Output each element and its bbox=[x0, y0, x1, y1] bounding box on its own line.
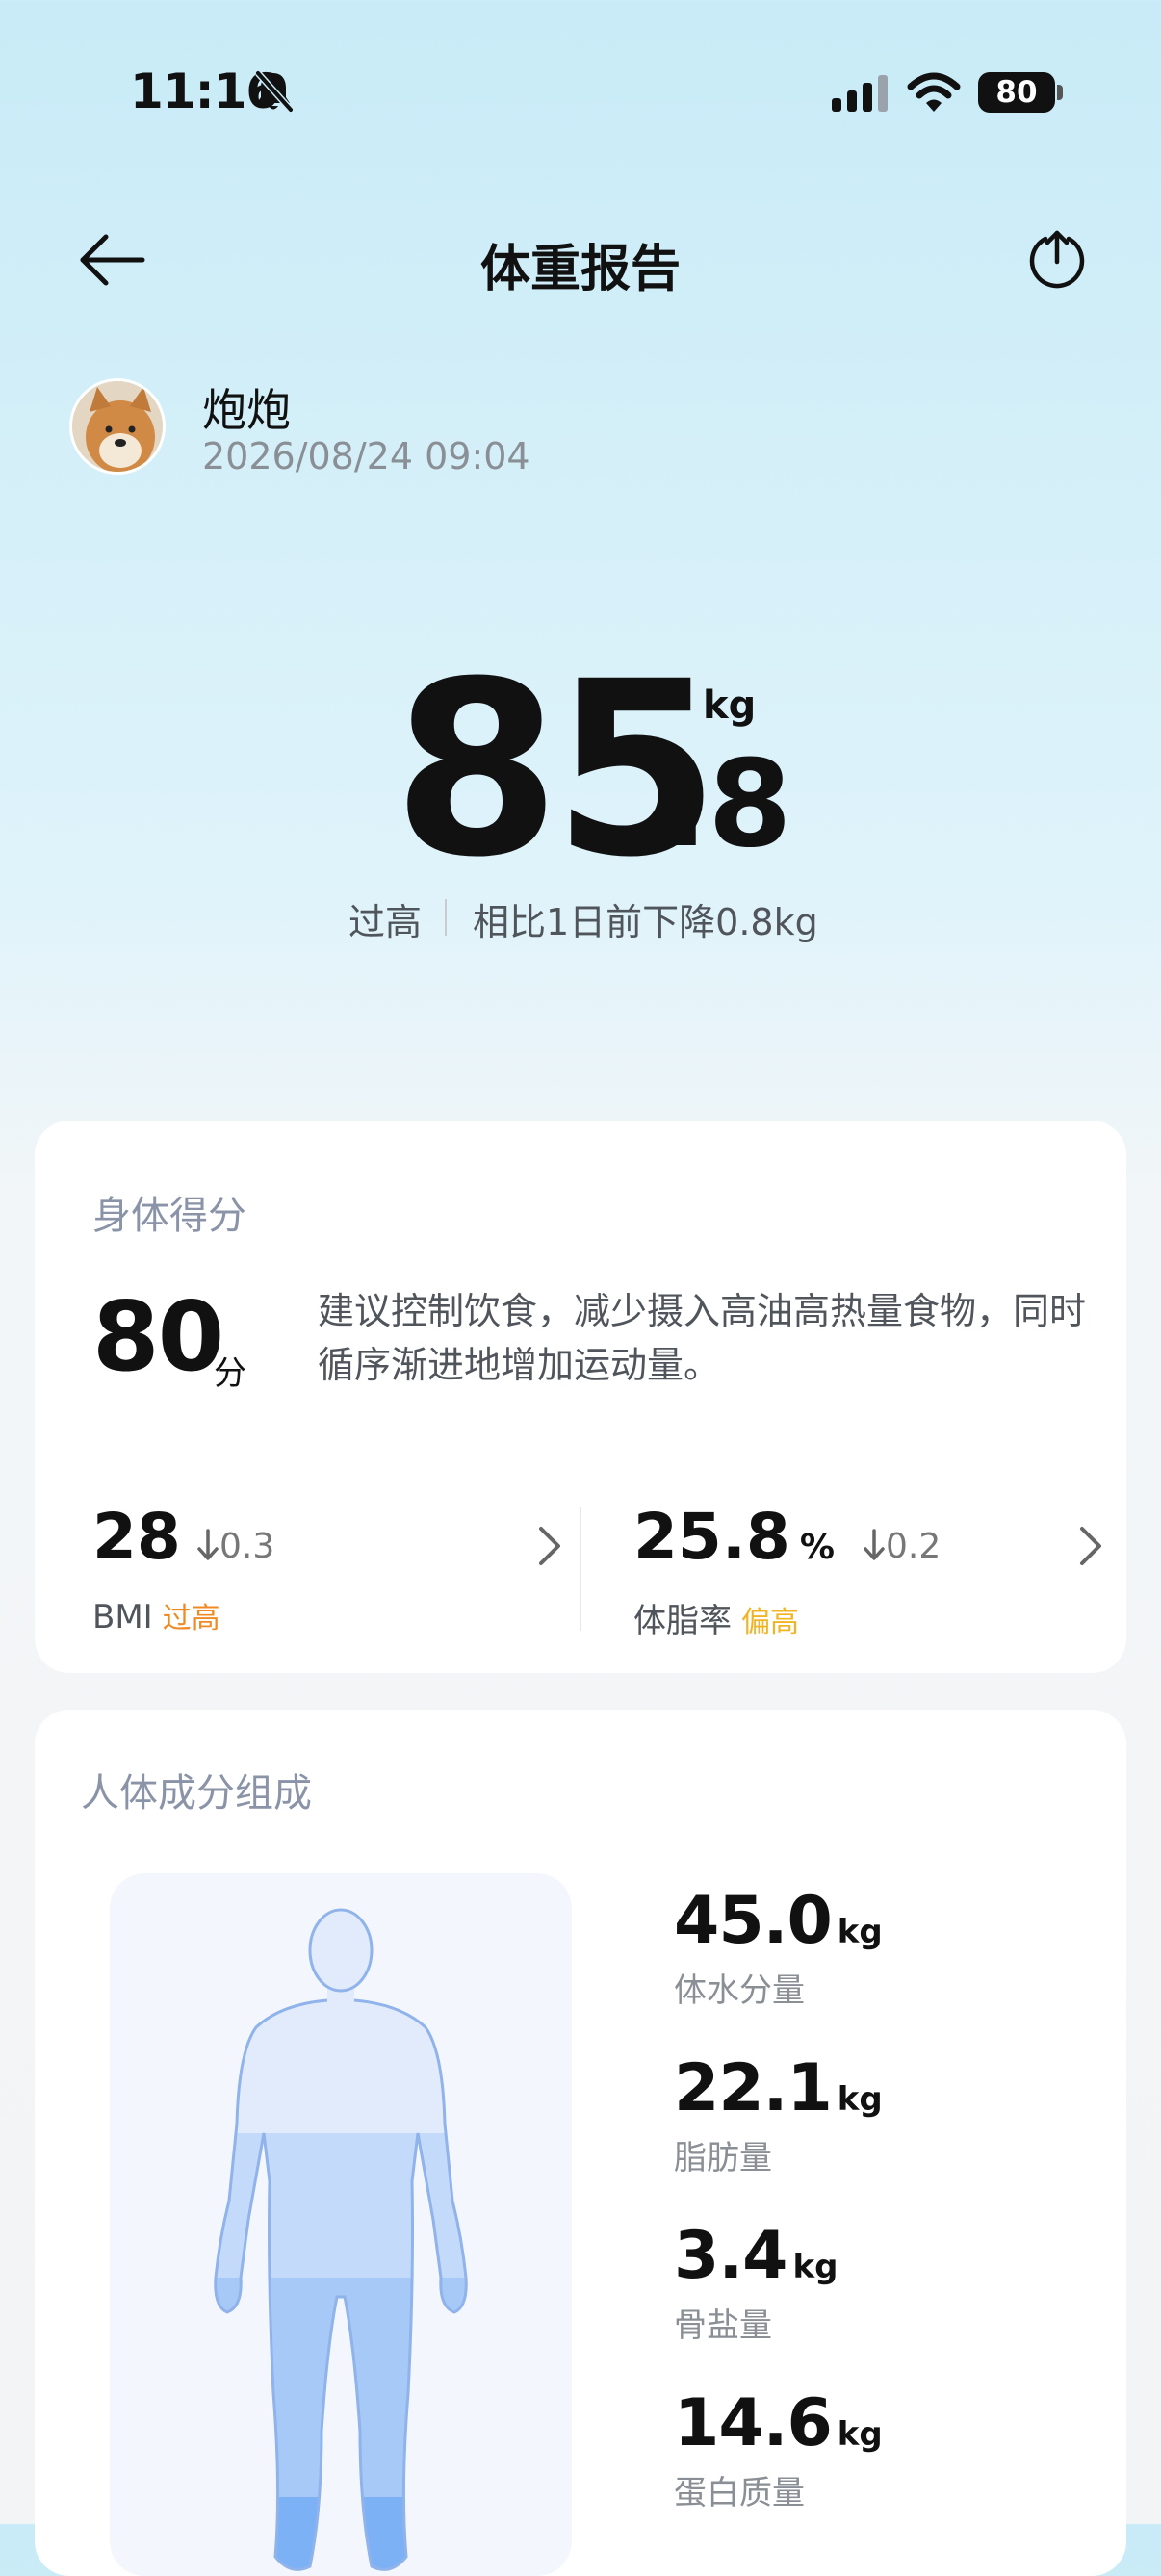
body-fat-value-row: 25.8% bbox=[633, 1506, 835, 1569]
page-title: 体重报告 bbox=[479, 241, 681, 298]
wifi-icon bbox=[907, 72, 961, 112]
avatar[interactable] bbox=[69, 378, 166, 475]
bmi-label: BMI bbox=[92, 1598, 153, 1636]
body-fat-delta: 0.2 bbox=[863, 1527, 941, 1566]
body-figure bbox=[214, 1908, 468, 2571]
bone-value: 3.4 bbox=[674, 2218, 787, 2294]
composition-item-bone: 3.4 kg 骨盐量 bbox=[674, 2224, 838, 2346]
composition-item-protein: 14.6 kg 蛋白质量 bbox=[674, 2391, 883, 2513]
weight-change: 相比1日前下降0.8kg bbox=[473, 901, 818, 943]
body-fat-value: 25.8 bbox=[633, 1500, 790, 1574]
battery-tip bbox=[1057, 85, 1063, 100]
bell-off-icon bbox=[255, 70, 294, 113]
water-unit: kg bbox=[837, 1913, 883, 1951]
body-fat-label-row: 体脂率 偏高 bbox=[633, 1594, 799, 1641]
signal-icon bbox=[832, 75, 888, 112]
arrow-down-icon bbox=[197, 1529, 219, 1560]
user-name: 炮炮 bbox=[202, 384, 291, 436]
body-fat-level: 偏高 bbox=[741, 1606, 799, 1639]
battery-icon: 80 bbox=[978, 72, 1063, 113]
battery-level: 80 bbox=[978, 72, 1055, 113]
bmi-value: 28 bbox=[92, 1500, 181, 1574]
score-advice: 建议控制饮食，减少摄入高油高热量食物，同时循序渐进地增加运动量。 bbox=[318, 1290, 1087, 1386]
score-unit: 分 bbox=[214, 1354, 246, 1393]
divider bbox=[445, 899, 447, 936]
body-composition-card: 人体成分组成 45.0 kg 体水分量 22.1 kg 脂肪量 3.4 kg 骨盐量 bbox=[35, 1710, 1126, 2576]
body-fat-metric[interactable]: 25.8% 0.2 体脂率 偏高 bbox=[633, 1506, 1115, 1640]
bmi-label-row: BMI 过高 bbox=[92, 1594, 220, 1636]
body-fat-label: 体脂率 bbox=[633, 1602, 732, 1640]
protein-value: 14.6 bbox=[674, 2385, 833, 2461]
share-icon[interactable] bbox=[1026, 227, 1088, 289]
bone-label: 骨盐量 bbox=[674, 2306, 772, 2345]
composition-item-water: 45.0 kg 体水分量 bbox=[674, 1889, 883, 2011]
bone-unit: kg bbox=[792, 2248, 838, 2286]
metric-divider bbox=[580, 1507, 581, 1631]
bmi-metric[interactable]: 28 0.3 BMI 过高 bbox=[92, 1500, 574, 1636]
protein-unit: kg bbox=[837, 2415, 883, 2454]
status-bar: 11:16 80 bbox=[0, 0, 1161, 183]
score-value: 80 bbox=[92, 1280, 224, 1393]
body-fat-unit: % bbox=[799, 1528, 835, 1567]
chevron-right-icon bbox=[539, 1527, 560, 1565]
protein-label: 蛋白质量 bbox=[674, 2474, 805, 2512]
water-label: 体水分量 bbox=[674, 1971, 805, 2010]
body-score-card: 身体得分 80 分 建议控制饮食，减少摄入高油高热量食物，同时循序渐进地增加运动… bbox=[35, 1121, 1126, 1673]
arrow-down-icon bbox=[864, 1529, 885, 1560]
card-title: 身体得分 bbox=[92, 1194, 246, 1238]
card-title: 人体成分组成 bbox=[81, 1771, 312, 1816]
weight-status: 过高 bbox=[348, 901, 423, 943]
chevron-right-icon bbox=[1080, 1527, 1101, 1565]
fat-value: 22.1 bbox=[674, 2050, 833, 2126]
measurement-datetime: 2026/08/24 09:04 bbox=[202, 435, 530, 477]
dog-avatar-image bbox=[72, 381, 163, 472]
body-fat-delta-value: 0.2 bbox=[886, 1527, 942, 1566]
fat-unit: kg bbox=[837, 2080, 883, 2119]
composition-item-fat: 22.1 kg 脂肪量 bbox=[674, 2056, 883, 2178]
weight-unit: kg bbox=[703, 683, 757, 728]
fat-label: 脂肪量 bbox=[674, 2139, 772, 2177]
bmi-delta: 0.3 bbox=[196, 1527, 274, 1566]
water-value: 45.0 bbox=[674, 1883, 833, 1959]
weight-decimal: .8 bbox=[662, 734, 792, 874]
bmi-level: 过高 bbox=[162, 1602, 220, 1636]
bmi-delta-value: 0.3 bbox=[219, 1527, 275, 1566]
